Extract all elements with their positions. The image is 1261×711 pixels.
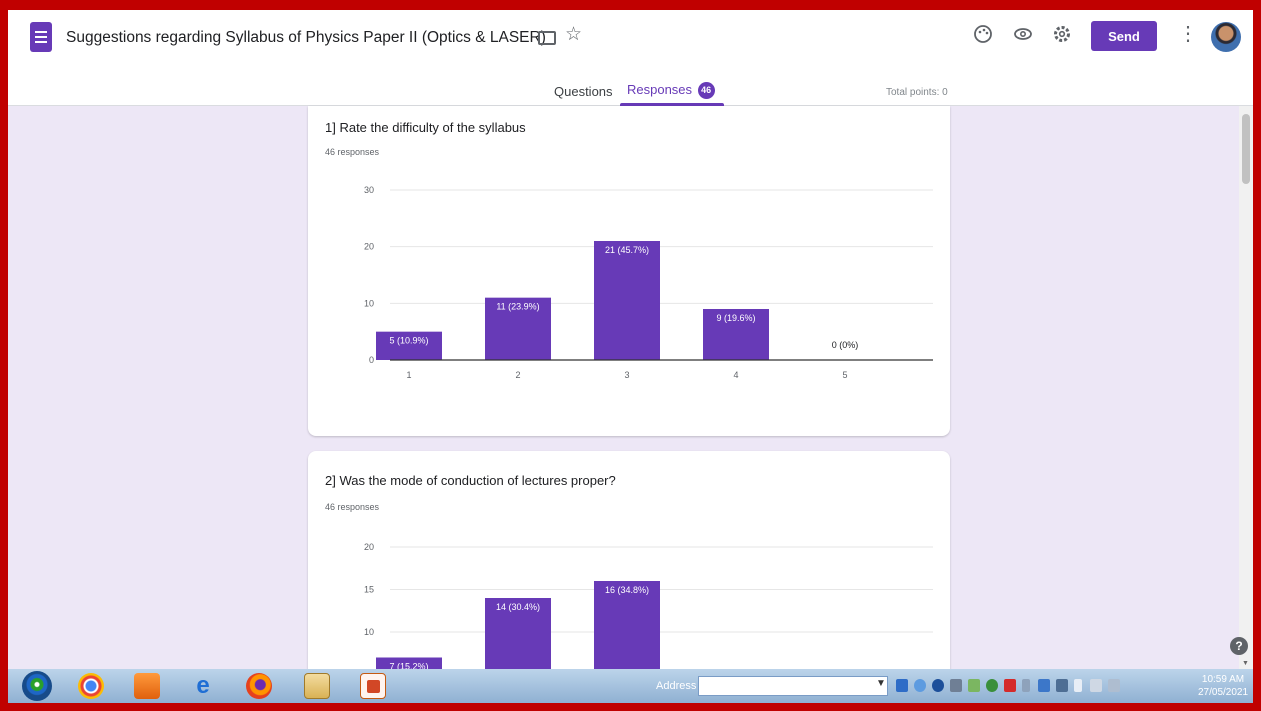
address-input[interactable] — [698, 676, 888, 696]
y-tick-label: 10 — [364, 627, 374, 637]
x-tick-label: 3 — [624, 370, 629, 380]
tray-icon[interactable] — [1022, 679, 1030, 692]
data-label: 21 (45.7%) — [605, 245, 649, 255]
bar-chart: 10 15 20 7 (15.2%) 14 (30.4%) 16 (34.8%) — [364, 542, 933, 670]
x-tick-label: 2 — [515, 370, 520, 380]
windows-taskbar: e Address ▼ 10:59 AM 27/05/2021 — [8, 669, 1253, 703]
y-tick-label: 0 — [369, 355, 374, 365]
x-tick-label: 5 — [842, 370, 847, 380]
volume-icon[interactable] — [1074, 679, 1082, 692]
scroll-down-arrow-icon[interactable]: ▼ — [1242, 660, 1249, 667]
tab-responses[interactable]: Responses 46 — [627, 82, 715, 100]
x-tick-label: 1 — [406, 370, 411, 380]
ie-icon[interactable]: e — [190, 673, 216, 699]
form-header: Suggestions regarding Syllabus of Physic… — [8, 10, 1253, 106]
response-count: 46 responses — [325, 147, 380, 157]
y-tick-label: 15 — [364, 585, 374, 595]
powerpoint-icon[interactable] — [360, 673, 386, 699]
data-label: 9 (19.6%) — [716, 313, 755, 323]
clock-time: 10:59 AM — [1201, 674, 1245, 685]
tab-questions[interactable]: Questions — [554, 84, 613, 99]
scrollbar-thumb[interactable] — [1242, 114, 1250, 184]
y-tick-label: 10 — [364, 298, 374, 308]
tray-icon[interactable] — [896, 679, 908, 692]
star-icon[interactable]: ☆ — [565, 25, 582, 44]
preview-eye-icon[interactable] — [1012, 24, 1034, 46]
tray-icon[interactable] — [1004, 679, 1016, 692]
bluetooth-icon[interactable] — [932, 679, 944, 692]
data-label: 5 (10.9%) — [389, 336, 428, 346]
y-tick-label: 30 — [364, 185, 374, 195]
tray-icon[interactable] — [950, 679, 962, 692]
x-tick-label: 4 — [733, 370, 738, 380]
tray-icon[interactable] — [986, 679, 998, 692]
tray-icon[interactable] — [914, 679, 926, 692]
tray-icon[interactable] — [968, 679, 980, 692]
browser-viewport: Suggestions regarding Syllabus of Physic… — [8, 10, 1253, 669]
firefox-icon[interactable] — [246, 673, 272, 699]
question-card-1: 1] Rate the difficulty of the syllabus 4… — [308, 106, 950, 436]
bar — [594, 241, 660, 360]
data-label: 16 (34.8%) — [605, 585, 649, 595]
chrome-icon[interactable] — [78, 673, 104, 699]
send-button[interactable]: Send — [1091, 21, 1157, 51]
tray-icon[interactable] — [1056, 679, 1068, 692]
address-label: Address — [656, 680, 697, 692]
data-label: 0 (0%) — [832, 340, 859, 350]
network-icon[interactable] — [1108, 679, 1120, 692]
data-label: 11 (23.9%) — [496, 302, 539, 312]
y-tick-label: 20 — [364, 542, 374, 552]
outlook-icon[interactable] — [134, 673, 160, 699]
question-card-2: 2] Was the mode of conduction of lecture… — [308, 451, 950, 669]
form-title[interactable]: Suggestions regarding Syllabus of Physic… — [66, 29, 546, 47]
responses-count-badge: 46 — [697, 82, 715, 100]
tray-icon[interactable] — [1038, 679, 1050, 692]
question-title: 2] Was the mode of conduction of lecture… — [325, 473, 616, 488]
data-label: 7 (15.2%) — [389, 662, 428, 670]
tab-bar: Questions Responses 46 Total points: 0 — [8, 74, 1253, 106]
avatar[interactable] — [1211, 22, 1241, 52]
y-tick-label: 20 — [364, 242, 374, 252]
form-icon[interactable] — [30, 22, 52, 52]
clock-date: 27/05/2021 — [1198, 687, 1249, 698]
clock[interactable]: 10:59 AM 27/05/2021 — [1198, 673, 1248, 699]
question-title: 1] Rate the difficulty of the syllabus — [325, 120, 526, 135]
more-vert-icon[interactable]: ⋮ — [1178, 24, 1198, 44]
start-orb[interactable] — [22, 671, 52, 701]
palette-icon[interactable] — [972, 24, 994, 46]
settings-gear-icon[interactable] — [1051, 24, 1073, 46]
response-count: 46 responses — [325, 502, 380, 512]
scrollbar[interactable]: ▼ — [1239, 106, 1253, 669]
tab-responses-label: Responses — [627, 82, 693, 97]
data-label: 14 (30.4%) — [496, 602, 540, 612]
explorer-icon[interactable] — [304, 673, 330, 699]
help-icon[interactable]: ? — [1230, 637, 1248, 655]
flag-icon[interactable] — [1090, 679, 1102, 692]
total-points: Total points: 0 — [886, 87, 948, 98]
bar-chart: 0 10 20 30 5 (10.9%) 1 11 (23.9%) 2 21 (45.7%) 3 9… — [364, 185, 933, 380]
folder-icon[interactable] — [538, 31, 556, 45]
address-dropdown-icon[interactable]: ▼ — [876, 678, 886, 689]
